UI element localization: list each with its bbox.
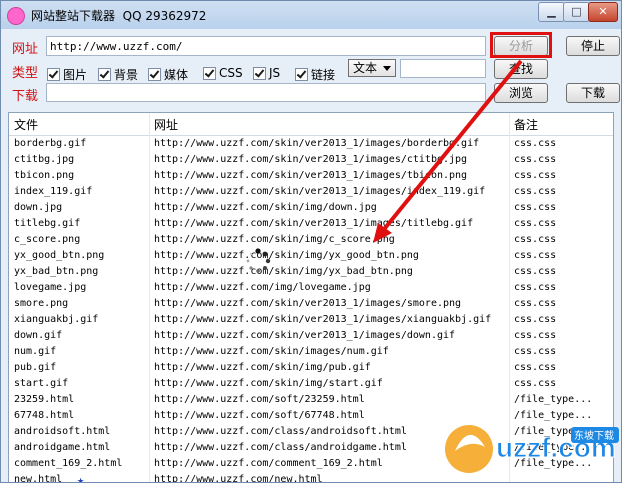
uzzf-watermark-logo: uzzf.com 东坡下载 xyxy=(445,425,619,473)
watermark-tag: 东坡下载 xyxy=(574,429,614,442)
app-window: 网站整站下载器 QQ 29362972 ▁ □ ✕ 网址 分析 停止 类型 图片… xyxy=(0,0,622,483)
loading-spinner-icon xyxy=(246,248,271,273)
annotation-arrow xyxy=(373,59,523,243)
